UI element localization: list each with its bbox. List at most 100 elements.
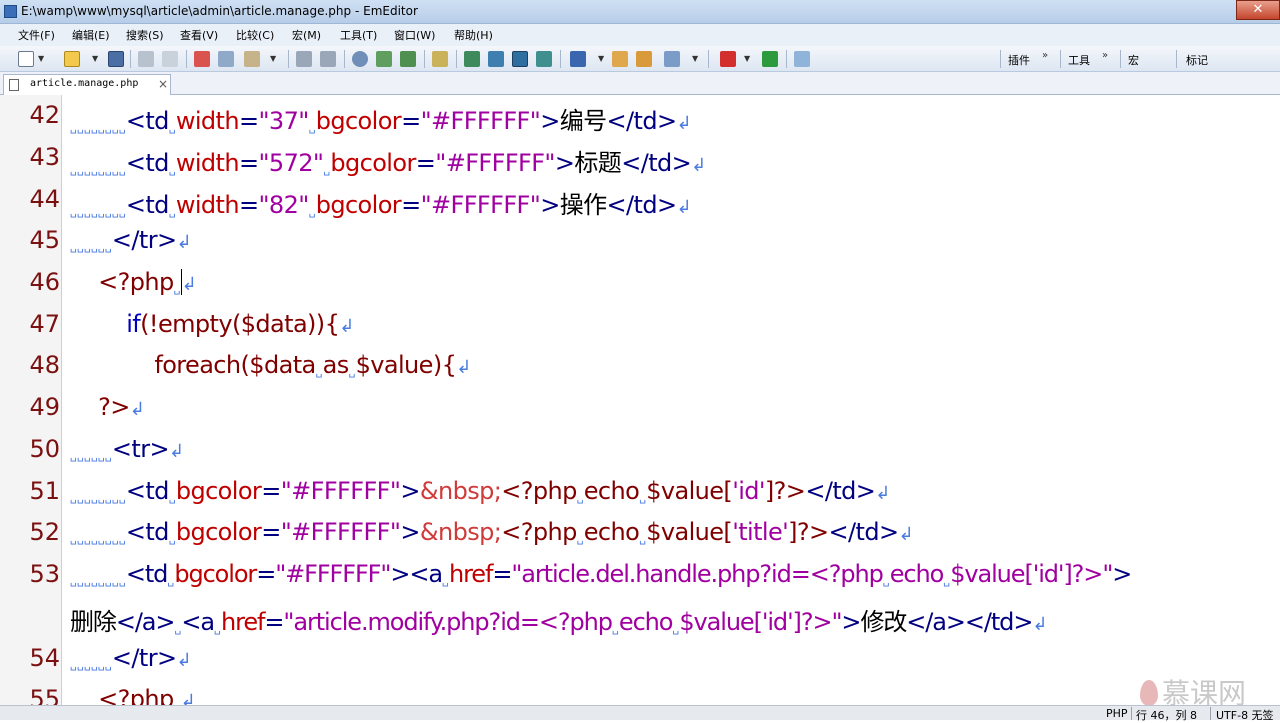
menu-search[interactable]: 搜索(S) <box>126 27 164 43</box>
whitespace-marker: ␣␣␣␣␣␣␣␣ <box>70 574 126 587</box>
undo-icon[interactable] <box>296 51 312 67</box>
chevron-down-icon[interactable]: ▼ <box>92 54 98 63</box>
new-file-icon[interactable] <box>18 51 34 67</box>
html-attribute: href <box>221 608 265 636</box>
menu-compare[interactable]: 比较(C) <box>236 27 274 43</box>
attribute-value: "572" <box>258 149 324 177</box>
plugin-icon[interactable] <box>794 51 810 67</box>
record-macro-icon[interactable] <box>720 51 736 67</box>
outline-icon[interactable] <box>570 51 586 67</box>
print-icon[interactable] <box>138 51 154 67</box>
chevron-down-icon[interactable]: ▼ <box>270 54 276 63</box>
space-marker: ␣ <box>576 491 584 504</box>
html-tag: <a <box>409 560 443 588</box>
chevron-down-icon[interactable]: ▼ <box>598 54 604 63</box>
tab-label: article.manage.php <box>30 78 139 89</box>
equals-sign: = <box>238 107 259 135</box>
status-divider <box>1210 707 1211 720</box>
macro-toolbar-label[interactable]: 宏 <box>1128 52 1139 68</box>
toolbar-separator <box>288 50 289 68</box>
view-mode-3-icon[interactable] <box>536 51 552 67</box>
menu-file[interactable]: 文件(F) <box>18 27 55 43</box>
print-preview-icon[interactable] <box>162 51 178 67</box>
flame-icon <box>1140 680 1158 706</box>
run-macro-icon[interactable] <box>762 51 778 67</box>
tab-article-manage-php[interactable]: article.manage.php × <box>3 74 171 95</box>
toolbar-separator <box>560 50 561 68</box>
menu-edit[interactable]: 编辑(E) <box>72 27 110 43</box>
cut-icon[interactable] <box>194 51 210 67</box>
html-attribute: bgcolor <box>175 518 262 546</box>
php-code: $value[ <box>646 477 733 505</box>
attribute-value: echo <box>889 560 945 588</box>
code-line-44: ␣␣␣␣␣␣␣␣<td␣width="82"␣bgcolor="#FFFFFF"… <box>70 185 692 220</box>
html-tag: > <box>390 560 410 588</box>
html-tag: </td> <box>606 107 678 135</box>
close-window-button[interactable]: ✕ <box>1236 0 1280 20</box>
equals-sign: = <box>492 560 512 588</box>
paste-icon[interactable] <box>244 51 260 67</box>
equals-sign: = <box>261 477 281 505</box>
php-keyword: if <box>126 310 141 338</box>
window-title: E:\wamp\www\mysql\article\admin\article.… <box>21 4 418 18</box>
view-mode-1-icon[interactable] <box>464 51 480 67</box>
newline-marker-icon: ↲ <box>339 316 354 337</box>
chevron-down-icon[interactable]: ▼ <box>744 54 750 63</box>
menu-window[interactable]: 窗口(W) <box>394 27 435 43</box>
redo-icon[interactable] <box>320 51 336 67</box>
customize-icon[interactable] <box>636 51 652 67</box>
find-previous-icon[interactable] <box>400 51 416 67</box>
newline-marker-icon: ↲ <box>676 197 691 218</box>
checkbox-icon[interactable] <box>664 51 680 67</box>
newline-marker-icon: ↲ <box>176 650 192 671</box>
toolbar-separator <box>1060 50 1061 68</box>
find-next-icon[interactable] <box>376 51 392 67</box>
attribute-value: "article.del.handle.php?id=<?php <box>511 560 884 588</box>
line-number: 45 <box>29 226 60 254</box>
title-bar: E:\wamp\www\mysql\article\admin\article.… <box>0 0 1280 24</box>
menu-view[interactable]: 查看(V) <box>180 27 218 43</box>
save-icon[interactable] <box>108 51 124 67</box>
configure-icon[interactable] <box>612 51 628 67</box>
code-line-49: ?>↲ <box>70 393 145 421</box>
chevron-right-icon[interactable]: » <box>1042 50 1048 61</box>
chevron-down-icon[interactable]: ▼ <box>38 54 44 63</box>
space-marker: ␣ <box>168 121 176 134</box>
menu-help[interactable]: 帮助(H) <box>454 27 493 43</box>
word-wrap-icon[interactable] <box>512 51 528 67</box>
chevron-right-icon[interactable]: » <box>1102 50 1108 61</box>
tools-toolbar-label[interactable]: 工具 <box>1068 52 1090 68</box>
attribute-value: "#FFFFFF" <box>280 518 401 546</box>
marks-toolbar-label[interactable]: 标记 <box>1186 52 1208 68</box>
code-editor[interactable]: 42 43 44 45 46 47 48 49 50 51 52 53 54 5… <box>0 95 1280 705</box>
newline-marker-icon: ↲ <box>676 113 691 134</box>
menu-tools[interactable]: 工具(T) <box>340 27 377 43</box>
close-tab-icon[interactable]: × <box>158 77 168 91</box>
view-mode-2-icon[interactable] <box>488 51 504 67</box>
find-icon[interactable] <box>352 51 368 67</box>
whitespace-marker: ␣␣␣␣␣␣␣␣ <box>70 163 126 176</box>
code-line-51: ␣␣␣␣␣␣␣␣<td␣bgcolor="#FFFFFF">&nbsp;<?ph… <box>70 477 890 505</box>
html-tag: > <box>540 107 560 135</box>
chevron-down-icon[interactable]: ▼ <box>692 54 698 63</box>
copy-icon[interactable] <box>218 51 234 67</box>
php-open-tag: <?php <box>501 477 577 505</box>
menu-macro[interactable]: 宏(M) <box>292 27 321 43</box>
status-language[interactable]: PHP <box>1106 707 1128 720</box>
php-open-tag: <?php <box>501 518 577 546</box>
whitespace-marker: ␣␣␣␣␣␣ <box>70 240 112 253</box>
php-code: ($data)){ <box>231 310 340 338</box>
toolbar-separator <box>1000 50 1001 68</box>
status-encoding[interactable]: UTF-8 无签 <box>1216 707 1274 723</box>
toolbar-separator <box>786 50 787 68</box>
highlight-icon[interactable] <box>432 51 448 67</box>
space-marker: ␣ <box>168 491 176 504</box>
space-marker: ␣ <box>308 121 316 134</box>
open-folder-icon[interactable] <box>64 51 80 67</box>
line-number: 44 <box>29 185 60 213</box>
newline-marker-icon: ↲ <box>691 155 706 176</box>
plugins-toolbar-label[interactable]: 插件 <box>1008 52 1030 68</box>
space-marker: ␣ <box>168 163 176 176</box>
newline-marker-icon: ↲ <box>169 441 184 462</box>
equals-sign: = <box>415 149 436 177</box>
